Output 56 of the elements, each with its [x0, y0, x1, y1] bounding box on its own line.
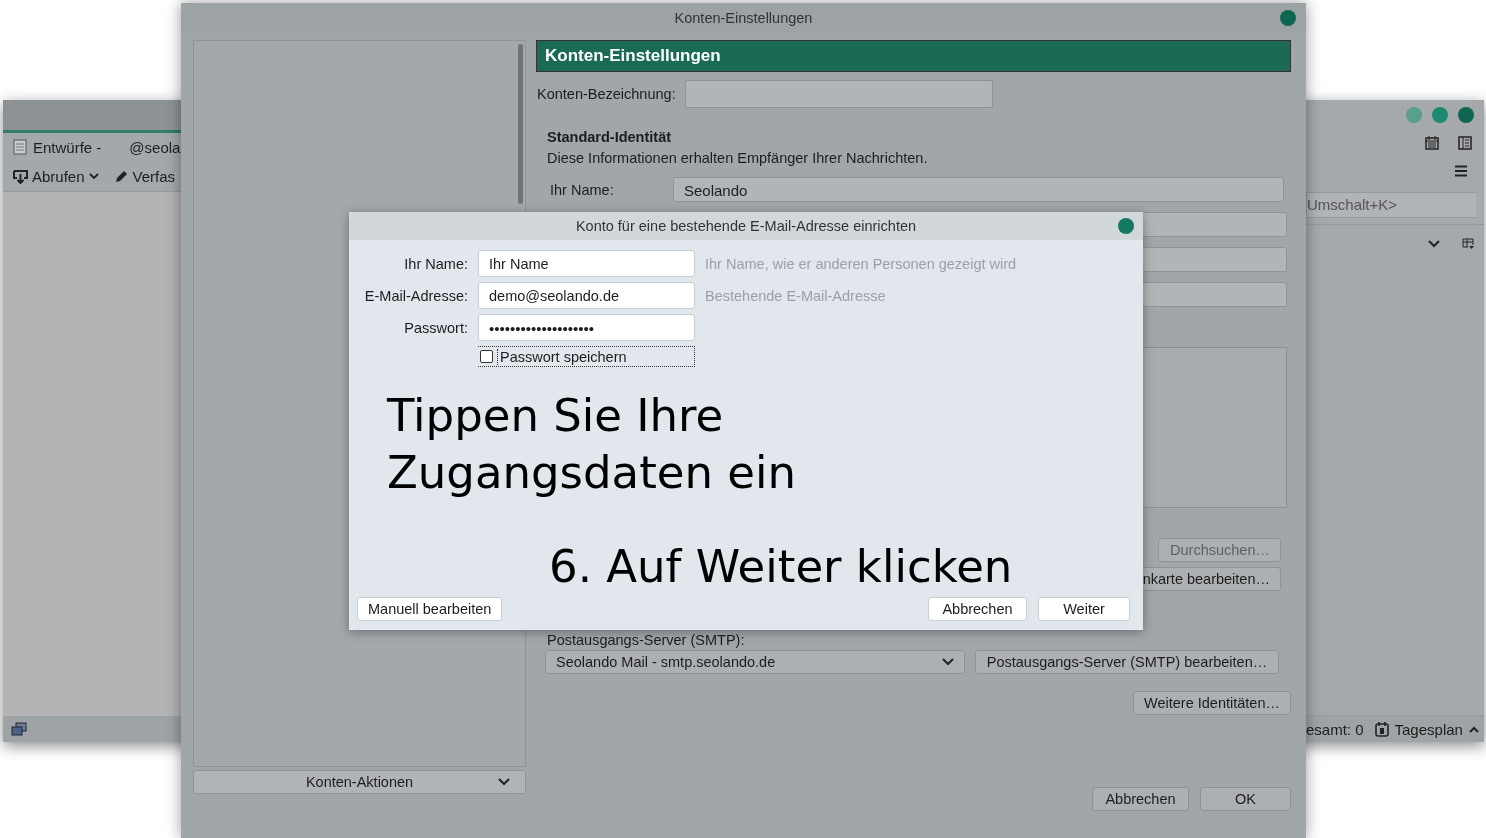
calendar-day-icon	[1374, 721, 1389, 737]
close-button[interactable]	[1458, 107, 1474, 123]
column-picker-icon[interactable]	[1462, 238, 1474, 250]
ok-button[interactable]: OK	[1200, 787, 1291, 811]
section-description: Diese Informationen erhalten Empfänger Ihrer Nachrichten.	[547, 150, 929, 166]
chevron-down-icon[interactable]	[1428, 240, 1440, 248]
instruction-text: Tippen Sie Ihre Zugangsdaten ein	[387, 388, 798, 501]
dialog-title: Konto für eine bestehende E-Mail-Adresse einrichten	[575, 218, 917, 234]
caret-icon[interactable]	[88, 172, 99, 180]
edit-smtp-button[interactable]: Postausgangs-Server (SMTP) bearbeiten…	[975, 650, 1279, 674]
input-field[interactable]: demo@seolando.de	[478, 282, 695, 309]
window-title: Konten-Einstellungen	[674, 9, 813, 26]
folder-tab[interactable]: Entwürfe -	[33, 138, 102, 156]
page-header: Konten-Einstellungen	[536, 40, 1291, 72]
field-label: E-Mail-Adresse:	[363, 287, 468, 304]
field-label: Postausgangs-Server (SMTP):	[547, 632, 746, 649]
pencil-icon	[114, 169, 129, 183]
write-button[interactable]: Verfas	[132, 167, 176, 185]
task-list-icon[interactable]	[1458, 136, 1472, 150]
close-button[interactable]	[1118, 218, 1134, 234]
password-field[interactable]: ••••••••••••••••••••	[478, 314, 695, 341]
chevron-down-icon	[942, 658, 954, 666]
input-field[interactable]	[684, 80, 993, 108]
account-actions-dropdown[interactable]: Konten-Aktionen	[193, 770, 526, 794]
remember-password-checkbox[interactable]: Passwort speichern	[478, 346, 695, 367]
get-mail-button[interactable]: Abrufen	[32, 167, 85, 185]
message-count: esamt: 0	[1306, 720, 1364, 738]
windows-icon[interactable]	[11, 722, 27, 736]
field-hint: Ihr Name, wie er anderen Personen gezeigt wird	[705, 255, 1018, 272]
more-identities-button[interactable]: Weitere Identitäten…	[1133, 691, 1291, 715]
field-label: Ihr Name:	[403, 255, 468, 272]
input-field[interactable]: Seolando	[673, 177, 1284, 202]
search-field[interactable]: Umschalt+K>	[1306, 192, 1477, 218]
input-field[interactable]: Ihr Name	[478, 250, 695, 277]
download-icon	[13, 168, 28, 184]
smtp-server-dropdown[interactable]: Seolando Mail - smtp.seolando.de	[545, 650, 965, 674]
close-button[interactable]	[1280, 10, 1296, 26]
checkbox[interactable]	[480, 350, 493, 363]
scrollbar-thumb[interactable]	[518, 44, 523, 204]
chevron-down-icon	[498, 778, 510, 786]
calendar-icon[interactable]	[1425, 136, 1439, 150]
menu-icon[interactable]	[1454, 165, 1468, 177]
document-icon	[13, 139, 27, 155]
continue-button[interactable]: Weiter	[1038, 597, 1130, 621]
today-pane-toggle[interactable]: Tagesplan	[1394, 720, 1463, 738]
field-label: Passwort:	[403, 319, 468, 336]
field-label: Ihr Name:	[549, 181, 615, 198]
field-hint: Bestehende E-Mail-Adresse	[705, 287, 887, 304]
field-label: Konten-Bezeichnung:	[537, 86, 676, 102]
manual-edit-button[interactable]: Manuell bearbeiten	[357, 597, 503, 621]
instruction-text: 6. Auf Weiter klicken	[549, 541, 1014, 593]
cancel-button[interactable]: Abbrechen	[1092, 787, 1189, 811]
section-title: Standard-Identität	[547, 129, 673, 145]
chevron-up-icon[interactable]	[1468, 725, 1479, 733]
cancel-button[interactable]: Abbrechen	[928, 597, 1027, 621]
account-label: @seola	[129, 138, 181, 156]
